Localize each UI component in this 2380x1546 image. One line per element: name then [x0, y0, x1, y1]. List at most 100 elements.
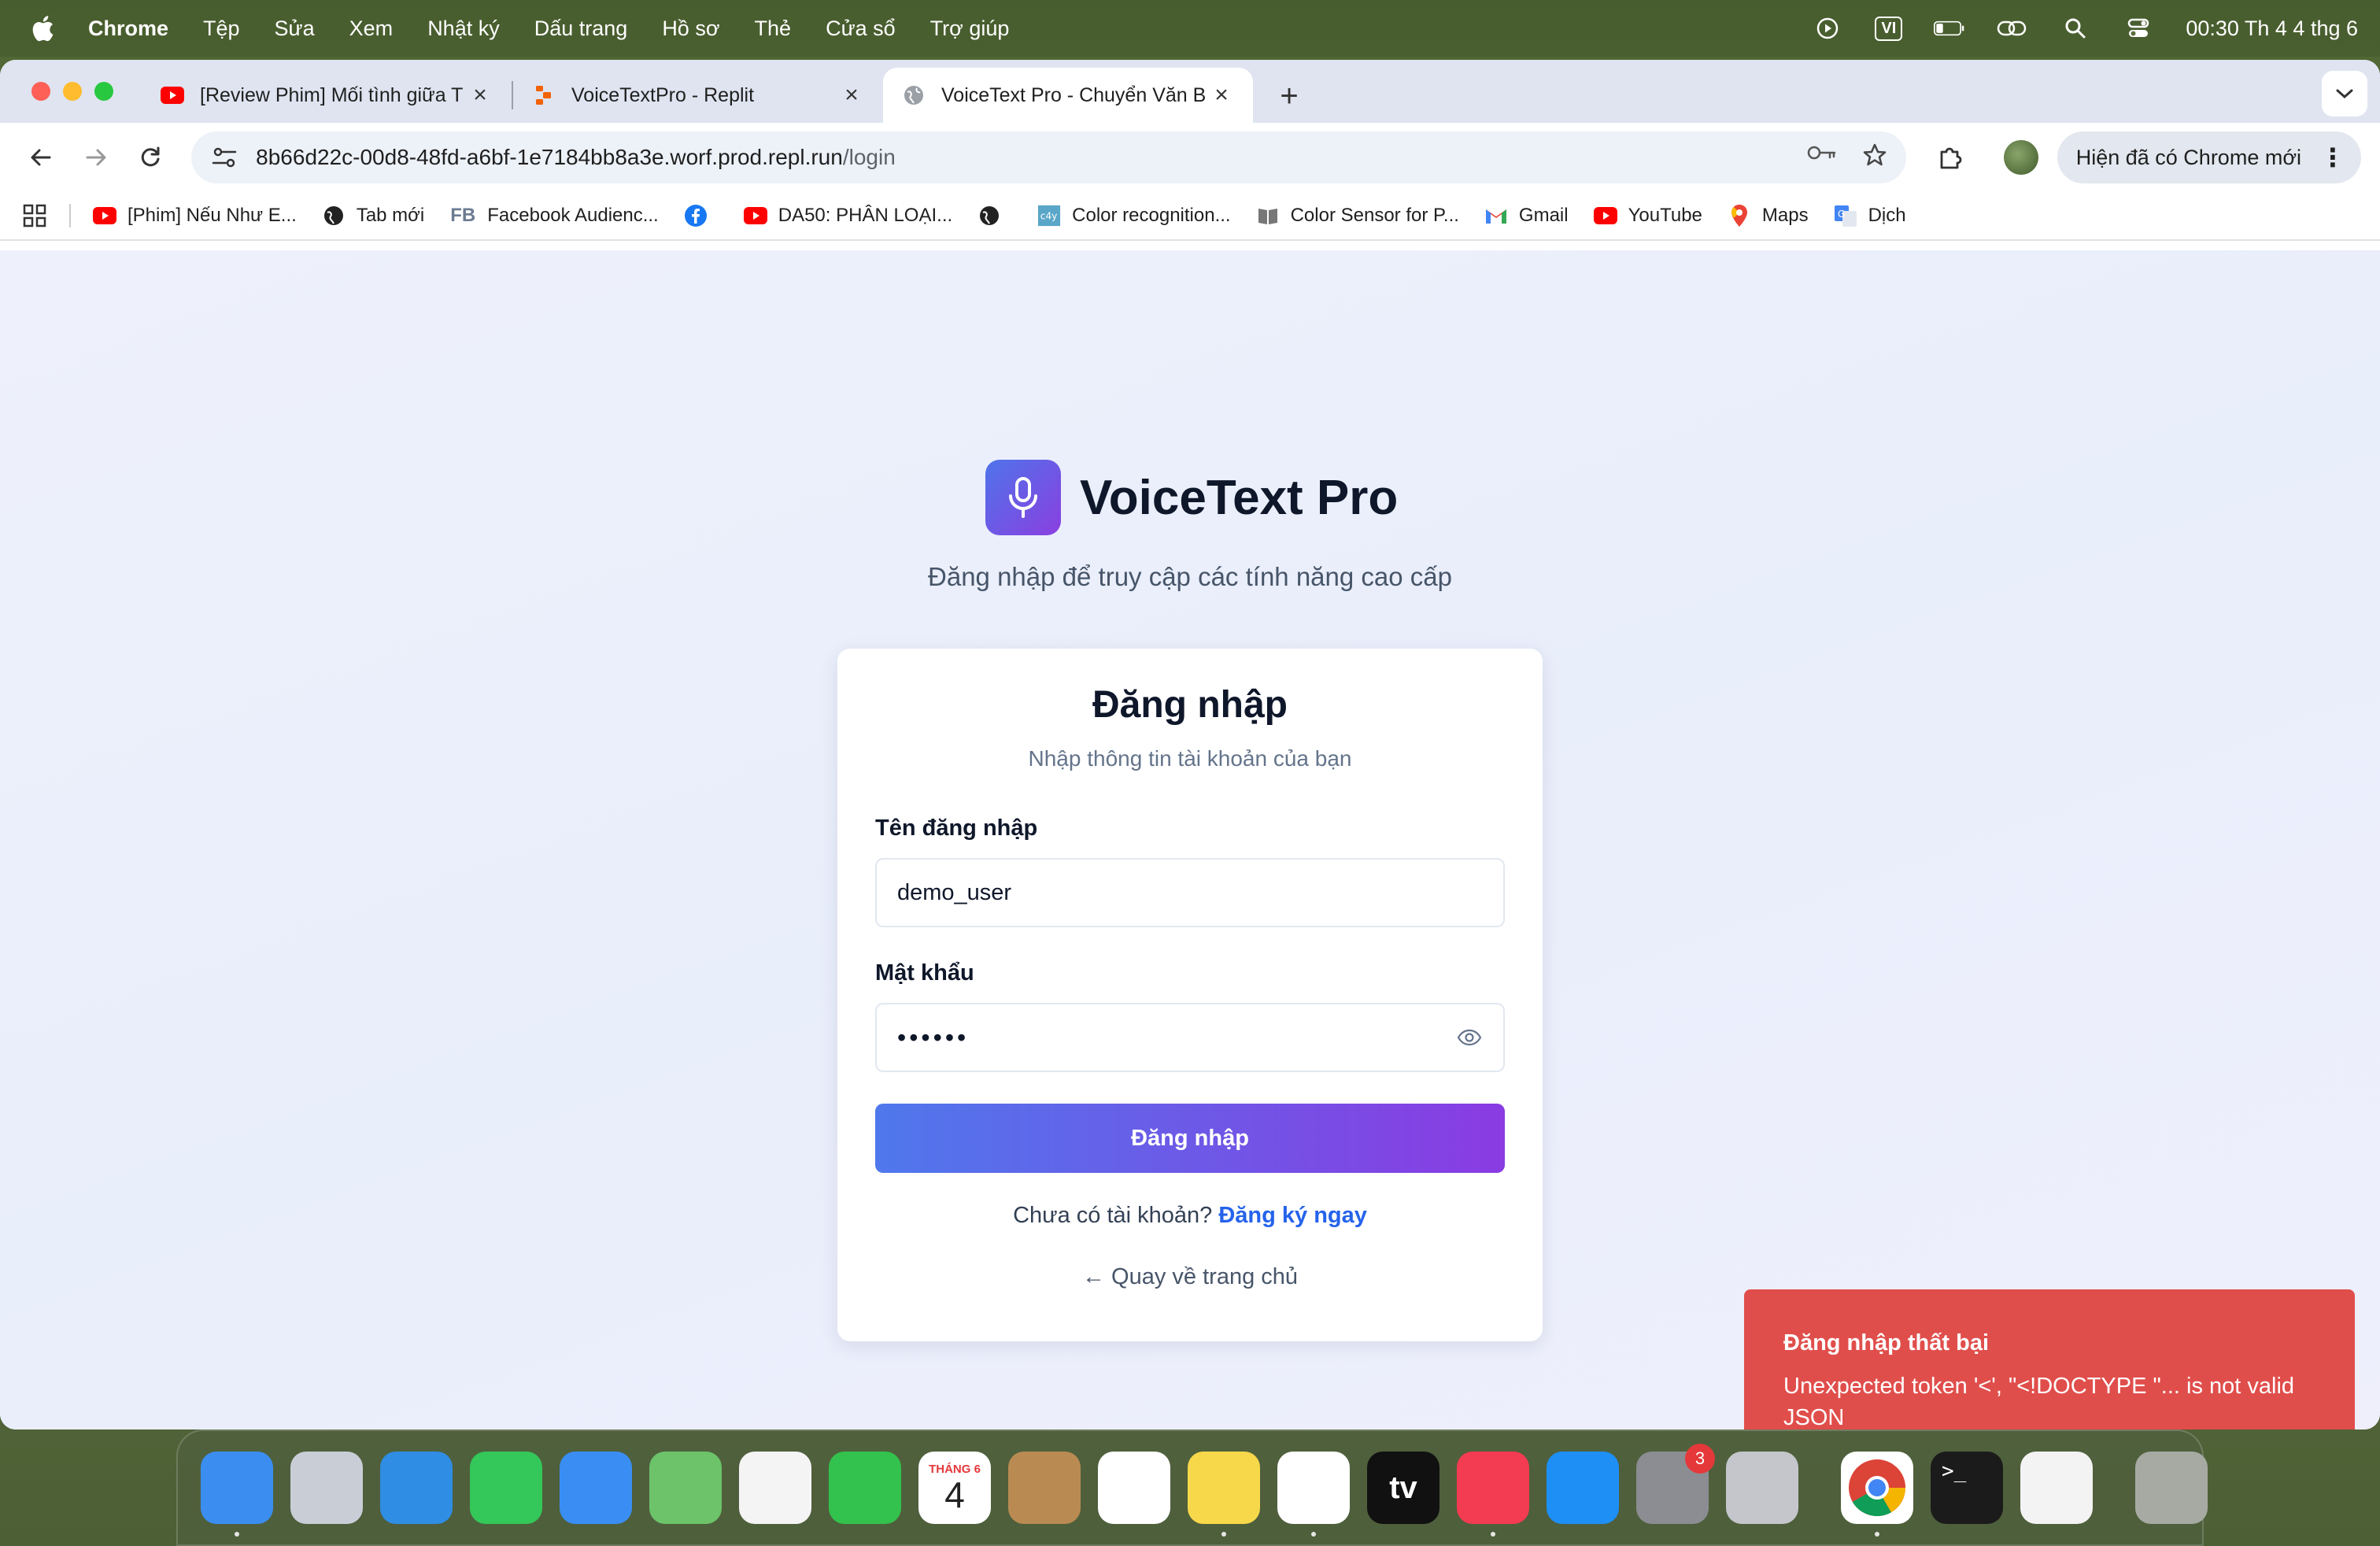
tab-search-button[interactable] [2322, 71, 2367, 117]
bookmark-item[interactable]: c4y Color recognition... [1037, 204, 1231, 227]
tab-voicetext-login[interactable]: VoiceText Pro - Chuyển Văn B × [883, 68, 1253, 123]
dock-photos-icon[interactable] [739, 1452, 811, 1524]
bookmark-item[interactable]: Maps [1728, 204, 1809, 227]
username-value: demo_user [897, 879, 1012, 905]
bookmark-label: Dịch [1868, 205, 1906, 226]
dock-iphone-mirroring-icon[interactable] [1726, 1452, 1798, 1524]
dock-notes-icon[interactable] [1188, 1452, 1260, 1537]
running-indicator [235, 1532, 239, 1537]
bookmark-item[interactable]: Color Sensor for P... [1256, 204, 1459, 227]
menu-bookmarks[interactable]: Dấu trang [534, 17, 628, 41]
dock-facetime-icon[interactable] [829, 1452, 901, 1524]
close-tab-icon[interactable]: × [839, 83, 864, 108]
window-controls [31, 82, 113, 101]
password-key-icon[interactable] [1807, 142, 1837, 173]
close-window-button[interactable] [31, 82, 50, 101]
dock-reminders-icon[interactable] [1098, 1452, 1170, 1524]
dock-mail-icon[interactable] [560, 1452, 632, 1524]
reload-button[interactable] [128, 135, 172, 179]
menu-bar: Chrome Tệp Sửa Xem Nhật ký Dấu trang Hồ … [0, 0, 2380, 57]
bookmark-item[interactable]: DA50: PHÂN LOẠI... [743, 204, 953, 227]
dock-music-icon[interactable] [1457, 1452, 1529, 1537]
minimize-window-button[interactable] [63, 82, 82, 101]
back-button[interactable] [19, 135, 63, 179]
dock-apple-tv-icon[interactable]: tv [1367, 1452, 1439, 1524]
forward-button[interactable] [74, 135, 118, 179]
bookmark-item[interactable]: G Dịch [1834, 204, 1906, 227]
dock-contacts-icon[interactable] [1008, 1452, 1081, 1524]
menu-window[interactable]: Cửa sổ [826, 17, 896, 41]
menu-profiles[interactable]: Hồ sơ [662, 17, 719, 41]
youtube-icon [743, 204, 767, 227]
chrome-update-button[interactable]: Hiện đã có Chrome mới ⋮ [2057, 131, 2362, 183]
bookmark-label: [Phim] Nếu Như E... [128, 205, 297, 226]
globe-icon [322, 204, 346, 227]
tab-youtube-review[interactable]: [Review Phim] Mối tình giữa T × [142, 68, 512, 123]
menu-history[interactable]: Nhật ký [427, 17, 500, 41]
password-input[interactable]: •••••• [875, 1003, 1505, 1072]
dock-finder-icon[interactable] [201, 1452, 273, 1537]
input-method-indicator[interactable]: VI [1875, 16, 1903, 41]
bookmark-label: Tab mới [356, 205, 425, 226]
dock-messages-icon[interactable] [470, 1452, 542, 1524]
dock-calendar-icon[interactable]: THÁNG 64 [918, 1452, 991, 1524]
bookmark-item[interactable]: YouTube [1593, 204, 1702, 227]
spotlight-search-icon[interactable] [2060, 14, 2091, 43]
bookmarks-bar: [Phim] Nếu Như E... Tab mới FB Facebook … [0, 192, 2380, 241]
username-label: Tên đăng nhập [875, 816, 1038, 841]
bookmark-label: DA50: PHÂN LOẠI... [778, 205, 953, 226]
close-tab-icon[interactable]: × [1209, 83, 1234, 108]
dock-terminal-icon[interactable]: >_ [1931, 1452, 2003, 1524]
tab-replit[interactable]: VoiceTextPro - Replit × [513, 68, 883, 123]
login-submit-button[interactable]: Đăng nhập [875, 1104, 1505, 1173]
bookmark-label: YouTube [1628, 205, 1702, 226]
dock-safari-icon[interactable] [380, 1452, 453, 1524]
apps-grid-icon[interactable] [22, 203, 47, 228]
screen-mirroring-icon[interactable] [1997, 14, 2028, 43]
eye-icon[interactable] [1456, 1024, 1483, 1051]
menu-tab[interactable]: Thẻ [755, 17, 792, 41]
dock-apps: THÁNG 6 4 tv 3 [192, 1444, 1807, 1537]
dock-chrome-icon[interactable] [1841, 1452, 1913, 1537]
bookmark-item[interactable]: Tab mới [322, 204, 424, 227]
menu-edit[interactable]: Sửa [275, 17, 315, 41]
bookmark-item[interactable]: Gmail [1484, 204, 1569, 227]
more-menu-icon[interactable]: ⋮ [2320, 142, 2345, 172]
no-account-text: Chưa có tài khoản? [1013, 1203, 1213, 1228]
youtube-icon [93, 204, 116, 227]
bookmark-item[interactable] [978, 204, 1012, 227]
dock-launchpad-icon[interactable] [290, 1452, 363, 1524]
profile-avatar[interactable] [2003, 140, 2038, 175]
apple-menu-icon[interactable] [28, 13, 57, 44]
dock-freeform-icon[interactable] [1277, 1452, 1350, 1537]
menu-bar-clock[interactable]: 00:30 Th 4 4 thg 6 [2186, 17, 2358, 41]
login-card: Đăng nhập Nhập thông tin tài khoản của b… [837, 649, 1543, 1341]
fullscreen-window-button[interactable] [94, 82, 113, 101]
bookmark-star-icon[interactable] [1862, 142, 1887, 173]
menu-view[interactable]: Xem [349, 17, 394, 41]
bookmark-item[interactable]: FB Facebook Audienc... [449, 204, 658, 227]
battery-icon[interactable] [1934, 14, 1965, 43]
dock-trash-icon[interactable] [2135, 1452, 2208, 1524]
back-home-link[interactable]: ← Quay về trang chủ [837, 1264, 1543, 1290]
new-tab-button[interactable]: + [1267, 74, 1311, 118]
menu-help[interactable]: Trợ giúp [930, 17, 1010, 41]
bookmark-item[interactable]: [Phim] Nếu Như E... [93, 204, 297, 227]
address-bar[interactable]: 8b66d22c-00d8-48fd-a6bf-1e7184bb8a3e.wor… [191, 131, 1907, 183]
play-status-icon[interactable] [1812, 14, 1843, 43]
extensions-puzzle-icon[interactable] [1928, 135, 1972, 179]
menu-file[interactable]: Tệp [203, 17, 240, 41]
control-center-icon[interactable] [2123, 14, 2154, 43]
close-tab-icon[interactable]: × [468, 83, 493, 108]
site-settings-icon[interactable] [210, 143, 238, 172]
error-toast[interactable]: Đăng nhập thất bại Unexpected token '<',… [1744, 1289, 2355, 1429]
register-link[interactable]: Đăng ký ngay [1218, 1203, 1367, 1228]
menu-app-name[interactable]: Chrome [88, 17, 168, 41]
dock-system-settings-icon[interactable]: 3 [1636, 1444, 1715, 1524]
dock-textedit-icon[interactable] [2020, 1452, 2093, 1524]
login-page: VoiceText Pro Đăng nhập để truy cập các … [0, 250, 2380, 1429]
dock-app-store-icon[interactable] [1547, 1452, 1619, 1524]
username-input[interactable]: demo_user [875, 858, 1505, 927]
dock-maps-icon[interactable] [649, 1452, 722, 1524]
bookmark-item[interactable] [684, 204, 719, 227]
